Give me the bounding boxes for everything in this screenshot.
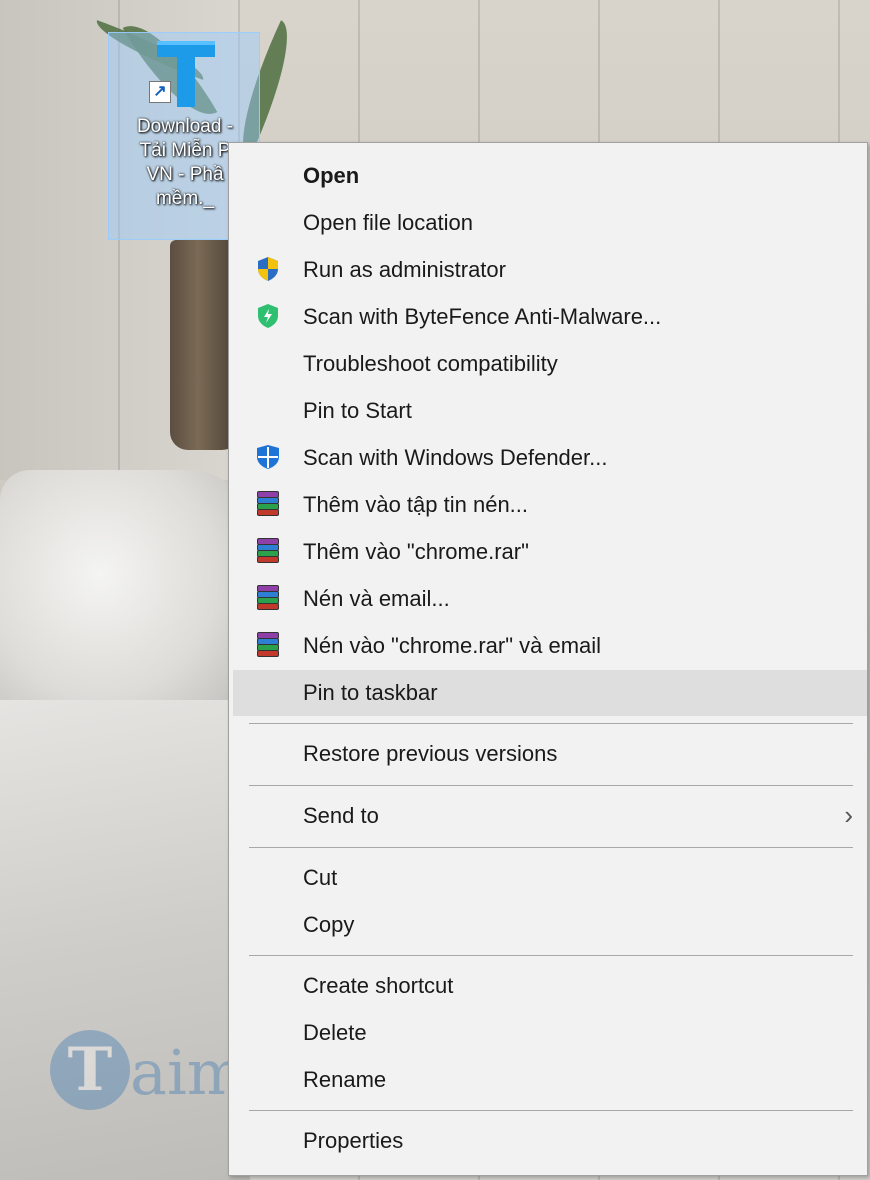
- menu-item-scan-bytefence[interactable]: Scan with ByteFence Anti-Malware...: [235, 294, 865, 340]
- bytefence-shield-icon: [258, 304, 278, 328]
- menu-separator: [249, 1110, 853, 1111]
- menu-item-copy[interactable]: Copy: [235, 902, 865, 948]
- winrar-icon: [255, 632, 281, 660]
- menu-item-label: Scan with ByteFence Anti-Malware...: [303, 304, 662, 329]
- menu-item-winrar-compress-chrome-email[interactable]: Nén vào "chrome.rar" và email: [235, 623, 865, 669]
- wallpaper-bedding: [0, 700, 250, 1180]
- menu-item-open[interactable]: Open: [235, 153, 865, 199]
- menu-item-delete[interactable]: Delete: [235, 1010, 865, 1056]
- shortcut-arrow-icon: ↗: [149, 81, 171, 103]
- menu-item-label: Copy: [303, 912, 355, 937]
- menu-item-winrar-compress-email[interactable]: Nén và email...: [235, 576, 865, 622]
- wallpaper-pillow: [0, 470, 250, 730]
- menu-separator: [249, 723, 853, 724]
- menu-item-send-to[interactable]: Send to ›: [235, 793, 865, 839]
- menu-item-restore-previous-versions[interactable]: Restore previous versions: [235, 731, 865, 777]
- uac-shield-icon: [258, 257, 278, 281]
- menu-item-label: Delete: [303, 1020, 367, 1045]
- menu-item-pin-to-start[interactable]: Pin to Start: [235, 388, 865, 434]
- menu-item-label: Send to: [303, 803, 379, 828]
- menu-separator: [249, 955, 853, 956]
- menu-item-properties[interactable]: Properties: [235, 1118, 865, 1164]
- menu-item-label: Restore previous versions: [303, 741, 558, 766]
- menu-separator: [249, 785, 853, 786]
- menu-separator: [249, 847, 853, 848]
- winrar-icon: [255, 538, 281, 566]
- menu-item-label: Nén và email...: [303, 586, 450, 611]
- menu-item-label: Properties: [303, 1128, 404, 1153]
- menu-item-label: Pin to taskbar: [303, 680, 438, 705]
- menu-item-label: Cut: [303, 865, 338, 890]
- menu-item-label: Open file location: [303, 210, 473, 235]
- menu-item-label: Thêm vào tập tin nén...: [303, 492, 529, 517]
- menu-item-run-as-administrator[interactable]: Run as administrator: [235, 247, 865, 293]
- menu-item-open-file-location[interactable]: Open file location: [235, 200, 865, 246]
- menu-item-winrar-add-archive[interactable]: Thêm vào tập tin nén...: [235, 482, 865, 528]
- menu-item-cut[interactable]: Cut: [235, 855, 865, 901]
- menu-item-label: Nén vào "chrome.rar" và email: [303, 633, 602, 658]
- menu-item-pin-to-taskbar[interactable]: Pin to taskbar: [233, 670, 867, 716]
- menu-item-troubleshoot-compatibility[interactable]: Troubleshoot compatibility: [235, 341, 865, 387]
- menu-item-label: Rename: [303, 1067, 387, 1092]
- menu-item-create-shortcut[interactable]: Create shortcut: [235, 963, 865, 1009]
- winrar-icon: [255, 585, 281, 613]
- windows-defender-icon: [257, 445, 279, 469]
- menu-item-label: Thêm vào "chrome.rar": [303, 539, 529, 564]
- menu-item-rename[interactable]: Rename: [235, 1057, 865, 1103]
- menu-item-label: Open: [303, 163, 360, 188]
- menu-item-label: Troubleshoot compatibility: [303, 351, 558, 376]
- chevron-right-icon: ›: [844, 800, 853, 830]
- menu-item-label: Create shortcut: [303, 973, 454, 998]
- menu-item-winrar-add-chrome-rar[interactable]: Thêm vào "chrome.rar": [235, 529, 865, 575]
- context-menu: Open Open file location Run as administr…: [228, 142, 868, 1176]
- menu-item-label: Pin to Start: [303, 398, 412, 423]
- winrar-icon: [255, 491, 281, 519]
- menu-item-scan-windows-defender[interactable]: Scan with Windows Defender...: [235, 435, 865, 481]
- menu-item-label: Scan with Windows Defender...: [303, 445, 608, 470]
- menu-item-label: Run as administrator: [303, 257, 506, 282]
